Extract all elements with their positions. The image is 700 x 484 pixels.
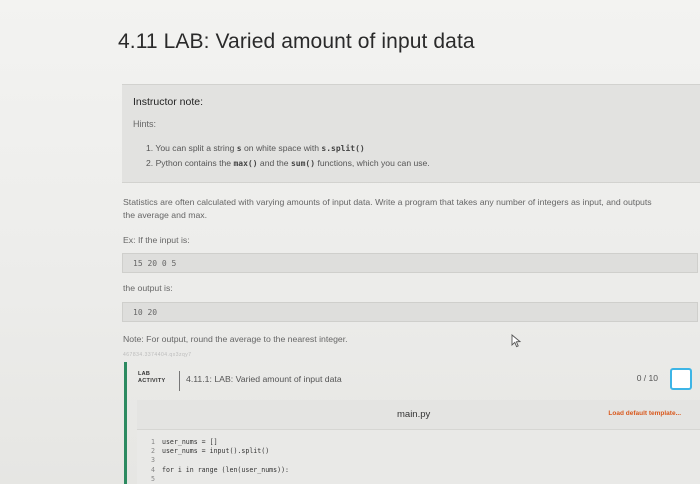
line-number: 5 <box>151 474 155 483</box>
output-label: the output is: <box>123 283 173 293</box>
hint-number: 1. <box>146 143 154 153</box>
activity-watermark: 467834.3374404.qx3zqy7 <box>123 352 192 358</box>
code-line: 3 <box>151 456 289 465</box>
description-line: the average and max. <box>123 210 208 220</box>
lab-divider <box>179 371 180 391</box>
lab-tag-line: LAB <box>138 371 151 377</box>
code-line: 4 for i in range (len(user_nums)): <box>151 466 289 475</box>
lab-activity-name: 4.11.1: LAB: Varied amount of input data <box>186 374 342 384</box>
lab-activity-tag: LAB ACTIVITY <box>138 371 165 385</box>
input-example: 15 20 0 5 <box>122 253 698 273</box>
lab-activity: LAB ACTIVITY 4.11.1: LAB: Varied amount … <box>124 362 700 484</box>
load-default-template-link[interactable]: Load default template... <box>608 410 681 417</box>
code-line: 2 user_nums = input().split() <box>151 447 289 456</box>
hints-label: Hints: <box>133 119 157 129</box>
line-number: 3 <box>151 456 155 465</box>
output-example: 10 20 <box>122 302 698 322</box>
hint-code: s.split() <box>321 144 365 153</box>
line-number: 1 <box>151 438 155 446</box>
code-text: for i in range (len(user_nums)): <box>161 465 290 474</box>
example-label: Ex: If the input is: <box>123 235 190 245</box>
hint-item: 2. Python contains the max() and the sum… <box>146 156 430 171</box>
rounding-note: Note: For output, round the average to t… <box>123 334 348 344</box>
hint-number: 2. <box>146 158 154 168</box>
editor-header: main.py Load default template... <box>137 400 700 430</box>
file-name: main.py <box>397 409 431 420</box>
hint-text: and the <box>257 158 291 168</box>
line-number: 4 <box>151 465 155 474</box>
code-line: 1 user_nums = [] <box>151 438 289 447</box>
code-line: 5 <box>151 475 289 484</box>
page-title: 4.11 LAB: Varied amount of input data <box>118 30 475 53</box>
hint-item: 1. You can split a string s on white spa… <box>146 141 430 156</box>
description-line: Statistics are often calculated with var… <box>123 197 652 207</box>
hint-text: Python contains the <box>155 158 234 168</box>
hint-text: You can split a string <box>155 143 237 153</box>
code-editor[interactable]: main.py Load default template... 1 user_… <box>137 400 700 484</box>
code-content[interactable]: 1 user_nums = [] 2 user_nums = input().s… <box>151 438 289 484</box>
hint-text: on white space with <box>241 143 322 153</box>
instructor-note: Instructor note: Hints: 1. You can split… <box>122 84 700 183</box>
instructor-note-heading: Instructor note: <box>133 96 204 108</box>
score-text: 0 / 10 <box>636 373 658 383</box>
code-text: user_nums = [] <box>161 438 218 446</box>
mouse-pointer-icon <box>511 334 522 348</box>
hint-code: sum() <box>290 159 316 168</box>
code-text: user_nums = input().split() <box>161 447 270 456</box>
hints-list: 1. You can split a string s on white spa… <box>146 141 430 171</box>
page: 4.11 LAB: Varied amount of input data In… <box>0 0 700 484</box>
hint-text: functions, which you can use. <box>315 158 430 168</box>
lab-tag-line: ACTIVITY <box>138 378 166 384</box>
checkbox-icon <box>670 368 692 390</box>
description-paragraph: Statistics are often calculated with var… <box>123 196 698 222</box>
hint-code: max() <box>233 159 258 168</box>
line-number: 2 <box>151 447 155 456</box>
